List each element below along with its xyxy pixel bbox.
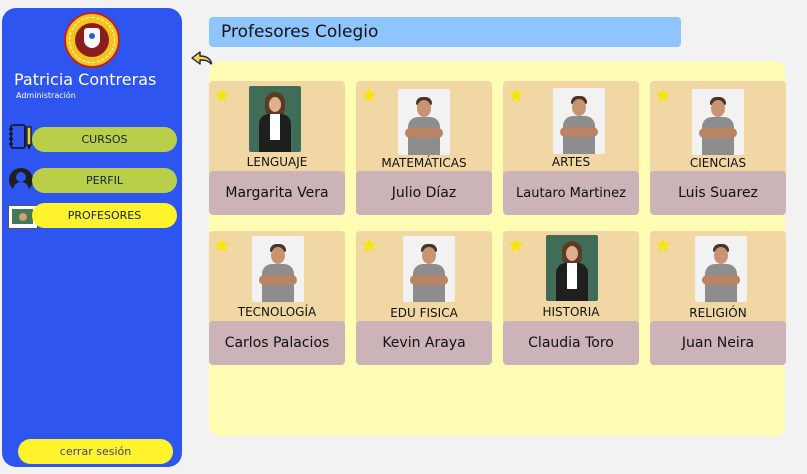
teacher-card[interactable]: ★ CIENCIAS Luis Suarez (650, 81, 786, 215)
sidebar-item-cursos[interactable]: CURSOS (32, 127, 177, 152)
subject-label: MATEMÁTICAS (381, 156, 467, 170)
notebook-icon (8, 122, 34, 152)
subject-label: CIENCIAS (689, 156, 747, 170)
teacher-name: Luis Suarez (650, 171, 786, 215)
school-logo (64, 12, 120, 68)
teacher-photo (249, 86, 301, 152)
teacher-card[interactable]: ★ TECNOLOGÍA Carlos Palacios (209, 231, 345, 365)
star-icon[interactable]: ★ (507, 85, 527, 105)
star-icon[interactable]: ★ (654, 235, 674, 255)
teacher-name: Claudia Toro (503, 321, 639, 365)
star-icon[interactable]: ★ (507, 235, 527, 255)
subject-label: LENGUAJE (246, 155, 308, 169)
teacher-card[interactable]: ★ LENGUAJE Margarita Vera (209, 81, 345, 215)
star-icon[interactable]: ★ (654, 85, 674, 105)
teacher-photo (403, 236, 455, 302)
page-title: Profesores Colegio (209, 17, 681, 47)
star-icon[interactable]: ★ (213, 235, 233, 255)
teacher-name: Carlos Palacios (209, 321, 345, 365)
teacher-photo (695, 236, 747, 302)
teacher-name: Kevin Araya (356, 321, 492, 365)
user-name: Patricia Contreras (14, 70, 157, 89)
sidebar-item-label: PERFIL (86, 174, 123, 187)
teacher-card[interactable]: ★ EDU FISICA Kevin Araya (356, 231, 492, 365)
sidebar: Patricia Contreras Administración CURSOS… (2, 8, 182, 467)
subject-label: RELIGIÓN (689, 306, 747, 320)
subject-label: HISTORIA (542, 305, 600, 319)
teacher-card[interactable]: ★ HISTORIA Claudia Toro (503, 231, 639, 365)
user-icon (9, 168, 33, 192)
teacher-photo (692, 89, 744, 155)
teacher-photo (398, 89, 450, 155)
star-icon[interactable]: ★ (360, 85, 380, 105)
subject-label: EDU FISICA (390, 306, 458, 320)
sidebar-item-label: PROFESORES (67, 209, 142, 222)
teacher-photo (252, 236, 304, 302)
teachers-panel: ★ LENGUAJE Margarita Vera ★ MATEMÁTICAS … (209, 61, 786, 436)
sidebar-item-perfil[interactable]: PERFIL (32, 168, 177, 193)
subject-label: TECNOLOGÍA (237, 305, 317, 319)
star-icon[interactable]: ★ (213, 85, 233, 105)
teacher-card[interactable]: ★ RELIGIÓN Juan Neira (650, 231, 786, 365)
teacher-name: Julio Díaz (356, 171, 492, 215)
star-icon[interactable]: ★ (360, 235, 380, 255)
teacher-name: Juan Neira (650, 321, 786, 365)
user-role: Administración (16, 91, 76, 100)
sidebar-item-profesores[interactable]: PROFESORES (32, 203, 177, 228)
sidebar-item-label: CURSOS (81, 133, 128, 146)
teacher-photo (546, 235, 598, 301)
teacher-name: Lautaro Martinez (503, 171, 639, 215)
app-window: Patricia Contreras Administración CURSOS… (0, 0, 807, 474)
teacher-card[interactable]: ★ MATEMÁTICAS Julio Díaz (356, 81, 492, 215)
logout-button[interactable]: cerrar sesión (18, 439, 173, 464)
subject-label: ARTES (551, 155, 591, 169)
teacher-photo (553, 88, 605, 154)
teacher-name: Margarita Vera (209, 171, 345, 215)
teacher-card[interactable]: ★ ARTES Lautaro Martinez (503, 81, 639, 215)
